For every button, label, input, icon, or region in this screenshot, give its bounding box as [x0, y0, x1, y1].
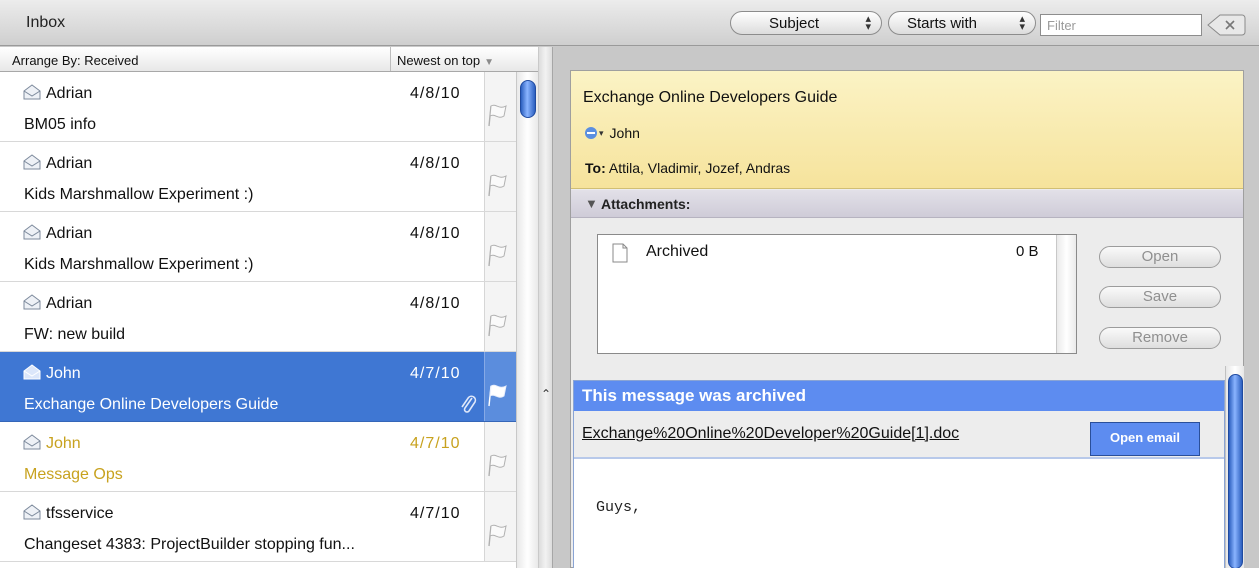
- message-subject: BM05 info: [24, 116, 97, 133]
- search-field-select[interactable]: Subject ▴ ▾: [730, 11, 882, 35]
- message-subject: Kids Marshmallow Experiment :): [24, 186, 254, 203]
- select-arrows-icon: ▴ ▾: [865, 13, 871, 33]
- attachments-list: Archived 0 B: [597, 234, 1077, 354]
- message-header: Exchange Online Developers Guide ▾ John …: [571, 71, 1243, 189]
- search-match-select[interactable]: Starts with ▴ ▾: [888, 11, 1036, 35]
- reading-pane: Exchange Online Developers Guide ▾ John …: [554, 47, 1259, 568]
- message-subject: Exchange Online Developers Guide: [24, 396, 279, 413]
- list-item[interactable]: Adrian 4/8/10 Kids Marshmallow Experimen…: [0, 142, 516, 212]
- filter-input[interactable]: [1040, 14, 1202, 36]
- message-body-scrollbar[interactable]: [1225, 366, 1244, 568]
- message-sender: Adrian: [46, 85, 93, 102]
- message-sender: John: [46, 365, 81, 382]
- flag-icon[interactable]: [484, 452, 510, 478]
- envelope-icon: [23, 154, 41, 170]
- flag-icon[interactable]: [484, 172, 510, 198]
- envelope-icon: [23, 434, 41, 450]
- message-sender: tfsservice: [46, 505, 114, 522]
- flag-icon[interactable]: [484, 242, 510, 268]
- select-arrows-icon: ▴ ▾: [1019, 13, 1025, 33]
- envelope-icon: [23, 84, 41, 100]
- message-list-scrollbar[interactable]: [516, 72, 538, 568]
- collapse-caret-icon[interactable]: ⌃: [541, 387, 551, 401]
- message-subject-heading: Exchange Online Developers Guide: [583, 89, 838, 106]
- save-attachment-button[interactable]: Save: [1099, 286, 1221, 308]
- message-subject: FW: new build: [24, 326, 126, 343]
- scrollbar-thumb[interactable]: [520, 80, 536, 118]
- to-label: To:: [585, 160, 606, 176]
- message-date: 4/7/10: [410, 365, 461, 382]
- message-subject: Changeset 4383: ProjectBuilder stopping …: [24, 536, 355, 553]
- from-row[interactable]: ▾ John: [585, 125, 640, 141]
- list-item[interactable]: Adrian 4/8/10 FW: new build: [0, 282, 516, 352]
- pane-splitter[interactable]: ⌃: [539, 47, 553, 568]
- sort-order-label: Newest on top: [397, 53, 481, 68]
- search-field-select-label: Subject: [769, 14, 820, 32]
- message-date: 4/7/10: [410, 505, 461, 522]
- envelope-icon: [23, 294, 41, 310]
- toolbar: Inbox Subject ▴ ▾ Starts with ▴ ▾: [0, 0, 1259, 46]
- folder-title: Inbox: [26, 14, 66, 31]
- remove-attachment-button[interactable]: Remove: [1099, 327, 1221, 349]
- archived-banner: This message was archived: [574, 381, 1224, 411]
- file-icon: [612, 243, 628, 263]
- flag-icon[interactable]: [484, 312, 510, 338]
- message-sender: John: [46, 435, 81, 452]
- message-date: 4/8/10: [410, 295, 461, 312]
- open-attachment-button[interactable]: Open: [1099, 246, 1221, 268]
- arrange-bar: Arrange By: Received Newest on top ▼: [0, 47, 538, 72]
- flag-icon[interactable]: [484, 102, 510, 128]
- list-item[interactable]: Adrian 4/8/10 Kids Marshmallow Experimen…: [0, 212, 516, 282]
- message-list-pane: Arrange By: Received Newest on top ▼ Adri…: [0, 47, 538, 568]
- message-date: 4/8/10: [410, 85, 461, 102]
- sort-order-button[interactable]: Newest on top ▼: [390, 47, 538, 71]
- list-item[interactable]: tfsservice 4/7/10 Changeset 4383: Projec…: [0, 492, 516, 562]
- message-date: 4/7/10: [410, 435, 461, 452]
- attachments-label: Attachments:: [601, 196, 691, 212]
- envelope-icon: [23, 504, 41, 520]
- message-body: This message was archived Exchange%20Onl…: [573, 380, 1225, 568]
- message-sender: Adrian: [46, 295, 93, 312]
- to-row: To: Attila, Vladimir, Jozef, Andras: [585, 160, 790, 176]
- message-view: Exchange Online Developers Guide ▾ John …: [570, 70, 1244, 568]
- archived-link-row: Exchange%20Online%20Developer%20Guide[1]…: [574, 411, 1224, 459]
- to-recipients[interactable]: Attila, Vladimir, Jozef, Andras: [609, 160, 790, 176]
- message-sender: Adrian: [46, 225, 93, 242]
- disclosure-triangle-icon[interactable]: ▼: [585, 196, 598, 211]
- search-match-select-label: Starts with: [907, 14, 978, 32]
- paperclip-icon: [461, 395, 477, 413]
- envelope-icon: [23, 224, 41, 240]
- attachment-size: 0 B: [1016, 243, 1039, 260]
- clear-x-icon[interactable]: [1206, 14, 1246, 36]
- contact-icon: [585, 127, 597, 139]
- flag-icon[interactable]: [484, 522, 510, 548]
- message-subject: Message Ops: [24, 466, 123, 483]
- list-item[interactable]: Adrian 4/8/10 BM05 info: [0, 72, 516, 142]
- open-email-button[interactable]: Open email: [1090, 422, 1200, 456]
- message-sender: Adrian: [46, 155, 93, 172]
- message-date: 4/8/10: [410, 225, 461, 242]
- attachments-header[interactable]: ▼ Attachments:: [571, 190, 1243, 218]
- chevron-down-icon: ▾: [599, 127, 604, 138]
- message-list: Adrian 4/8/10 BM05 info Adrian 4/8/10 Ki…: [0, 72, 516, 568]
- sort-arrow-icon: ▼: [484, 57, 495, 68]
- from-name[interactable]: John: [610, 125, 640, 141]
- message-date: 4/8/10: [410, 155, 461, 172]
- attachment-name[interactable]: Archived: [646, 243, 708, 261]
- arrange-by-button[interactable]: Arrange By: Received: [12, 53, 138, 68]
- scrollbar-thumb[interactable]: [1228, 374, 1243, 568]
- list-item-selected[interactable]: John 4/7/10 Exchange Online Developers G…: [0, 352, 516, 422]
- archived-file-link[interactable]: Exchange%20Online%20Developer%20Guide[1]…: [582, 425, 959, 443]
- flag-icon[interactable]: [484, 382, 510, 408]
- body-text: Guys,: [596, 499, 642, 516]
- envelope-icon: [23, 364, 41, 380]
- list-item[interactable]: John 4/7/10 Message Ops: [0, 422, 516, 492]
- attachments-scrollbar[interactable]: [1056, 235, 1076, 353]
- message-subject: Kids Marshmallow Experiment :): [24, 256, 254, 273]
